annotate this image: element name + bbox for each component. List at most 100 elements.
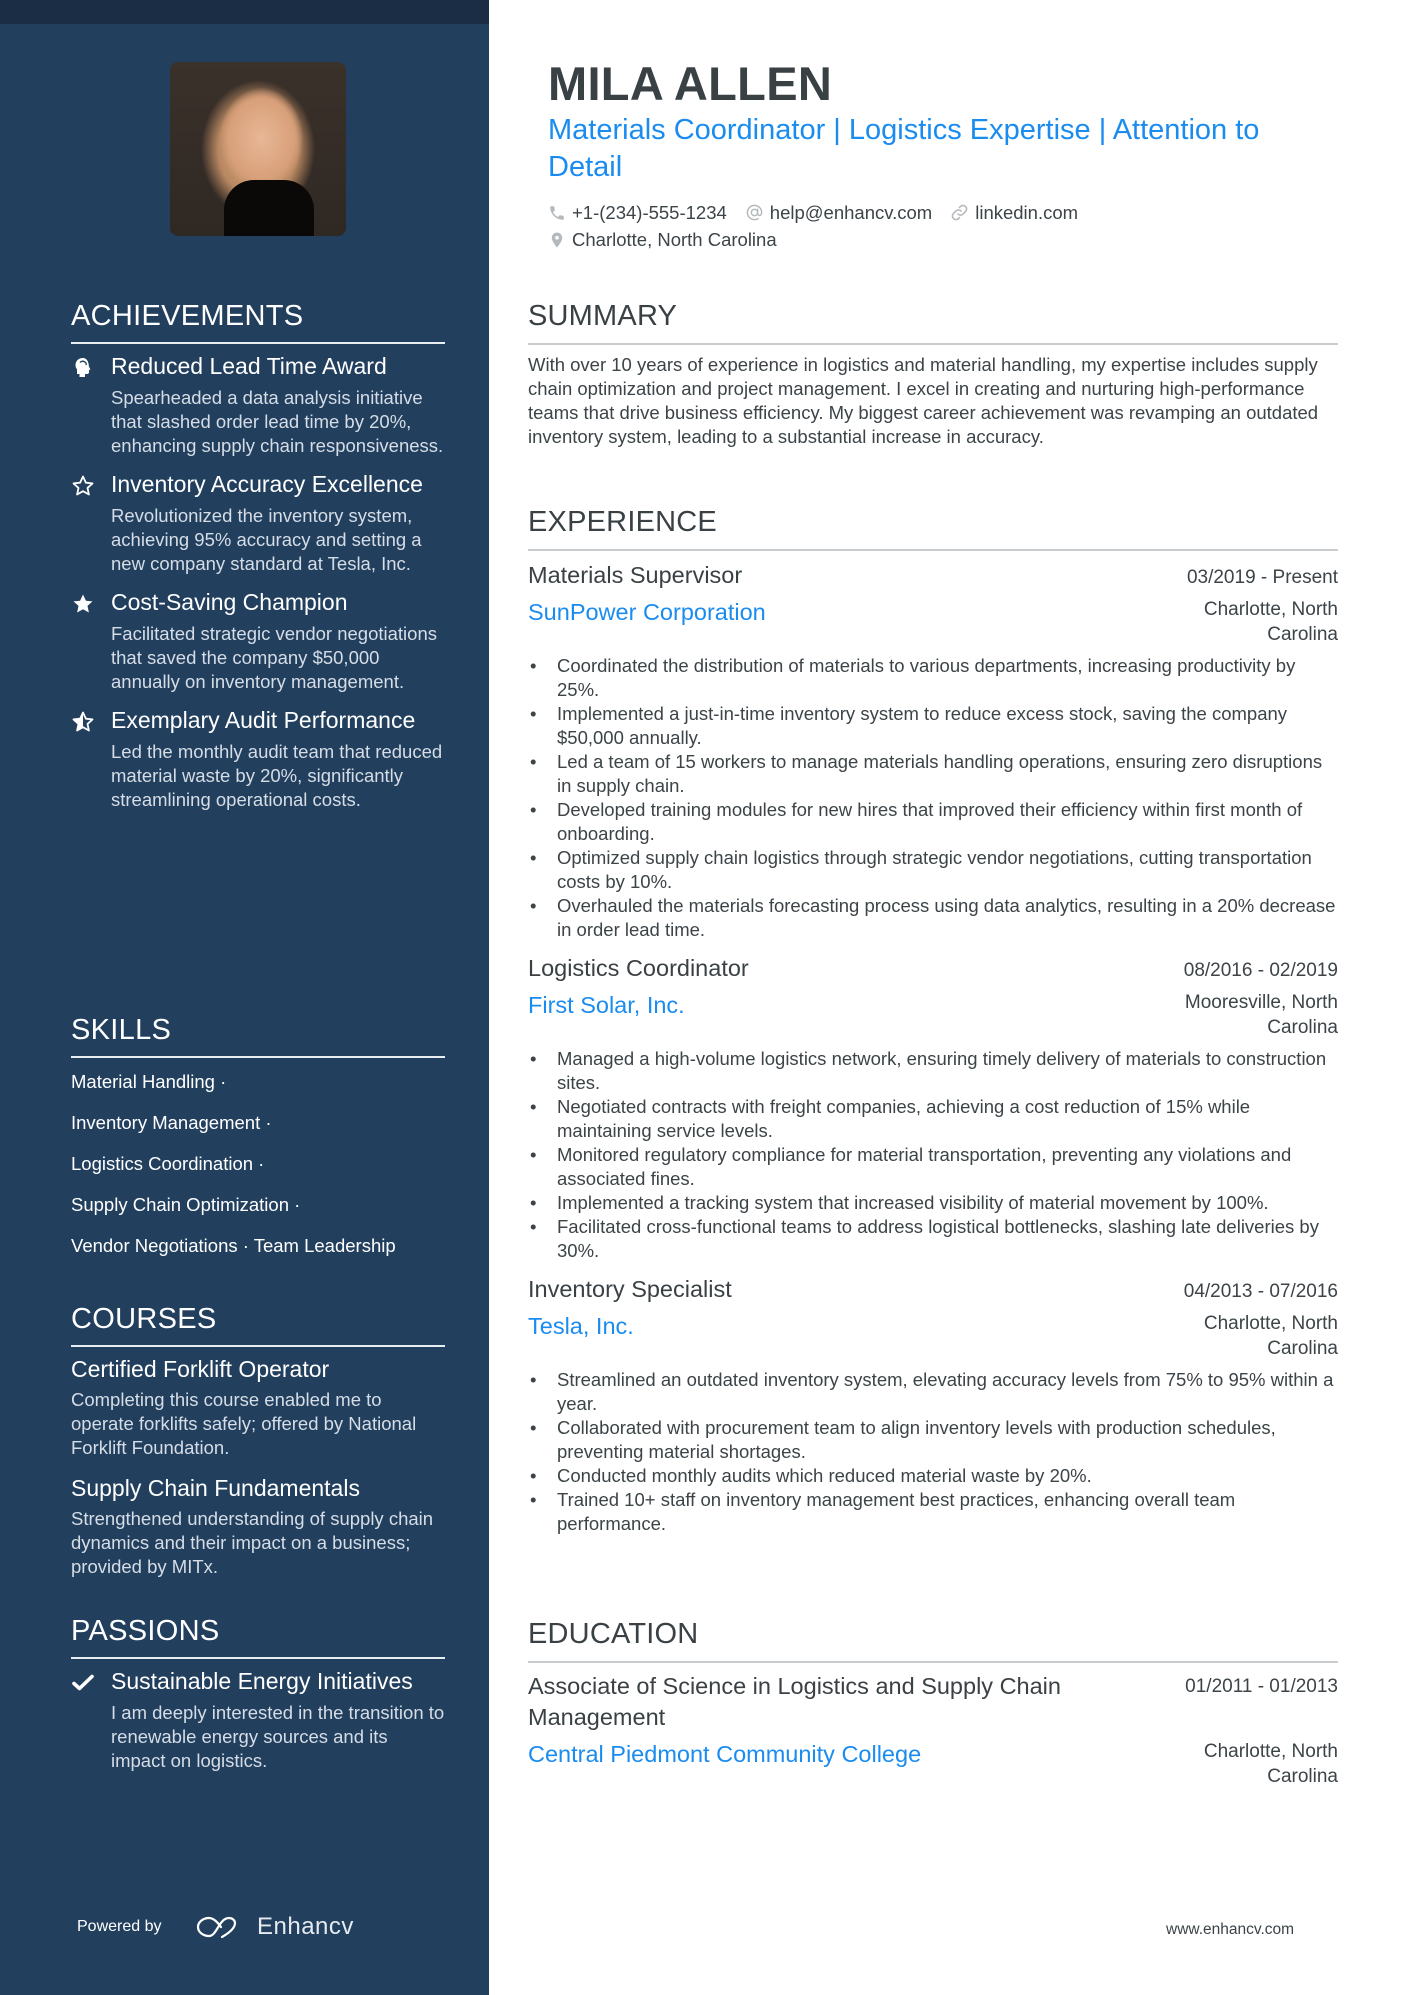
job-entry: Inventory Specialist 04/2013 - 07/2016 T… <box>528 1273 1338 1536</box>
course-description: Strengthened understanding of supply cha… <box>71 1508 434 1577</box>
contact-phone[interactable]: +1-(234)-555-1234 <box>548 202 727 224</box>
achievement-title: Exemplary Audit Performance <box>111 707 416 733</box>
skill-item: Vendor Negotiations · Team Leadership <box>71 1235 396 1256</box>
school-name[interactable]: Central Piedmont Community College <box>528 1739 921 1769</box>
job-bullets: Managed a high-volume logistics network,… <box>528 1047 1338 1263</box>
star-half-icon <box>71 710 95 734</box>
course-title: Certified Forklift Operator <box>71 1356 330 1382</box>
job-bullets: Coordinated the distribution of material… <box>528 654 1338 942</box>
location-value: Charlotte, North Carolina <box>572 228 777 250</box>
email-value: help@enhancv.com <box>769 201 933 223</box>
job-entry: Materials Supervisor 03/2019 - Present S… <box>528 559 1338 942</box>
job-bullet: Facilitated cross-functional teams to ad… <box>528 1215 1338 1263</box>
skills-section: SKILLS Material Handling · Inventory Man… <box>71 1012 445 1275</box>
enhancv-brand-text: Enhancv <box>257 1913 354 1940</box>
link-icon <box>951 204 968 221</box>
education-location: Charlotte, North Carolina <box>1203 1741 1338 1787</box>
degree-title: Associate of Science in Logistics and Su… <box>528 1673 1061 1730</box>
job-bullets: Streamlined an outdated inventory system… <box>528 1368 1338 1536</box>
job-bullet: Managed a high-volume logistics network,… <box>528 1047 1338 1095</box>
powered-by-label: Powered by <box>77 1918 162 1935</box>
enhancv-logo-icon <box>196 1916 237 1939</box>
job-location: Charlotte, North Carolina <box>1203 599 1338 645</box>
job-bullet: Negotiated contracts with freight compan… <box>528 1095 1338 1143</box>
passions-section: PASSIONS Sustainable Energy Initiatives … <box>71 1613 445 1785</box>
company-name[interactable]: Tesla, Inc. <box>528 1311 634 1341</box>
job-dates: 04/2013 - 07/2016 <box>1183 1281 1338 1302</box>
course-description: Completing this course enabled me to ope… <box>71 1389 417 1458</box>
job-bullet: Overhauled the materials forecasting pro… <box>528 894 1338 942</box>
achievement-description: Facilitated strategic vendor negotiation… <box>111 623 437 692</box>
passion-item: Sustainable Energy Initiatives I am deep… <box>71 1667 445 1773</box>
sidebar-top-band <box>0 0 489 24</box>
checkmark-icon <box>71 1671 95 1695</box>
passion-description: I am deeply interested in the transition… <box>111 1702 445 1771</box>
education-entry: Associate of Science in Logistics and Su… <box>528 1671 1338 1789</box>
job-bullet: Streamlined an outdated inventory system… <box>528 1368 1338 1416</box>
achievements-heading: ACHIEVEMENTS <box>71 298 445 344</box>
achievement-title: Inventory Accuracy Excellence <box>111 471 423 497</box>
job-location: Charlotte, North Carolina <box>1203 1313 1338 1359</box>
experience-heading: EXPERIENCE <box>528 504 1338 551</box>
passion-title: Sustainable Energy Initiatives <box>111 1668 413 1694</box>
company-name[interactable]: SunPower Corporation <box>528 597 766 627</box>
job-bullet: Monitored regulatory compliance for mate… <box>528 1143 1338 1191</box>
courses-section: COURSES Certified Forklift Operator Comp… <box>71 1301 445 1593</box>
achievement-item: Cost-Saving Champion Facilitated strateg… <box>71 588 445 694</box>
achievement-title: Reduced Lead Time Award <box>111 353 387 379</box>
achievement-description: Spearheaded a data analysis initiative t… <box>111 387 444 456</box>
job-bullet: Developed training modules for new hires… <box>528 798 1338 846</box>
achievement-item: Exemplary Audit Performance Led the mont… <box>71 706 445 812</box>
education-section: EDUCATION Associate of Science in Logist… <box>528 1616 1338 1799</box>
brain-head-icon <box>71 356 95 380</box>
experience-section: EXPERIENCE Materials Supervisor 03/2019 … <box>528 504 1338 1546</box>
job-bullet: Conducted monthly audits which reduced m… <box>528 1464 1338 1488</box>
footer-url[interactable]: www.enhancv.com <box>1166 1921 1294 1939</box>
courses-heading: COURSES <box>71 1301 445 1347</box>
job-bullet: Coordinated the distribution of material… <box>528 654 1338 702</box>
star-filled-icon <box>71 592 95 616</box>
phone-value: +1-(234)-555-1234 <box>572 201 727 223</box>
job-location: Mooresville, North Carolina <box>1184 992 1338 1038</box>
job-title: Logistics Coordinator <box>528 955 749 981</box>
contact-location: Charlotte, North Carolina <box>548 229 777 251</box>
summary-text: With over 10 years of experience in logi… <box>528 354 1319 447</box>
education-heading: EDUCATION <box>528 1616 1338 1663</box>
sidebar: ACHIEVEMENTS Reduced Lead Time Award Spe… <box>0 0 489 1995</box>
skill-item: Logistics Coordination · <box>71 1153 265 1174</box>
job-bullet: Collaborated with procurement team to al… <box>528 1416 1338 1464</box>
enhancv-logo[interactable]: Enhancv <box>195 1913 354 1941</box>
candidate-title: Materials Coordinator | Logistics Expert… <box>548 114 1260 183</box>
education-dates: 01/2011 - 01/2013 <box>1185 1676 1338 1697</box>
company-name[interactable]: First Solar, Inc. <box>528 990 685 1020</box>
job-bullet: Trained 10+ staff on inventory managemen… <box>528 1488 1338 1536</box>
phone-icon <box>550 205 564 220</box>
contact-info: +1-(234)-555-1234 help@enhancv.com linke… <box>548 199 1338 253</box>
at-icon <box>746 204 763 221</box>
link-value: linkedin.com <box>975 201 1079 223</box>
skill-item: Supply Chain Optimization · <box>71 1194 301 1215</box>
job-dates: 03/2019 - Present <box>1186 567 1338 588</box>
contact-link[interactable]: linkedin.com <box>950 202 1078 224</box>
achievement-item: Inventory Accuracy Excellence Revolution… <box>71 470 445 576</box>
achievement-item: Reduced Lead Time Award Spearheaded a da… <box>71 352 445 458</box>
contact-email[interactable]: help@enhancv.com <box>745 202 932 224</box>
achievement-title: Cost-Saving Champion <box>111 589 348 615</box>
job-entry: Logistics Coordinator 08/2016 - 02/2019 … <box>528 952 1338 1263</box>
achievement-description: Revolutionized the inventory system, ach… <box>111 505 422 574</box>
candidate-name: MILA ALLEN <box>548 57 833 110</box>
job-title: Inventory Specialist <box>528 1276 732 1302</box>
location-pin-icon <box>551 232 563 247</box>
job-bullet: Led a team of 15 workers to manage mater… <box>528 750 1338 798</box>
achievements-section: ACHIEVEMENTS Reduced Lead Time Award Spe… <box>71 298 445 824</box>
job-bullet: Implemented a just-in-time inventory sys… <box>528 702 1338 750</box>
job-bullet: Optimized supply chain logistics through… <box>528 846 1338 894</box>
passions-heading: PASSIONS <box>71 1613 445 1659</box>
star-outline-icon <box>71 474 95 498</box>
skill-item: Material Handling · <box>71 1071 227 1092</box>
skills-heading: SKILLS <box>71 1012 445 1058</box>
job-title: Materials Supervisor <box>528 562 743 588</box>
job-bullet: Implemented a tracking system that incre… <box>528 1191 1338 1215</box>
achievement-description: Led the monthly audit team that reduced … <box>111 741 443 810</box>
profile-photo <box>170 62 346 236</box>
